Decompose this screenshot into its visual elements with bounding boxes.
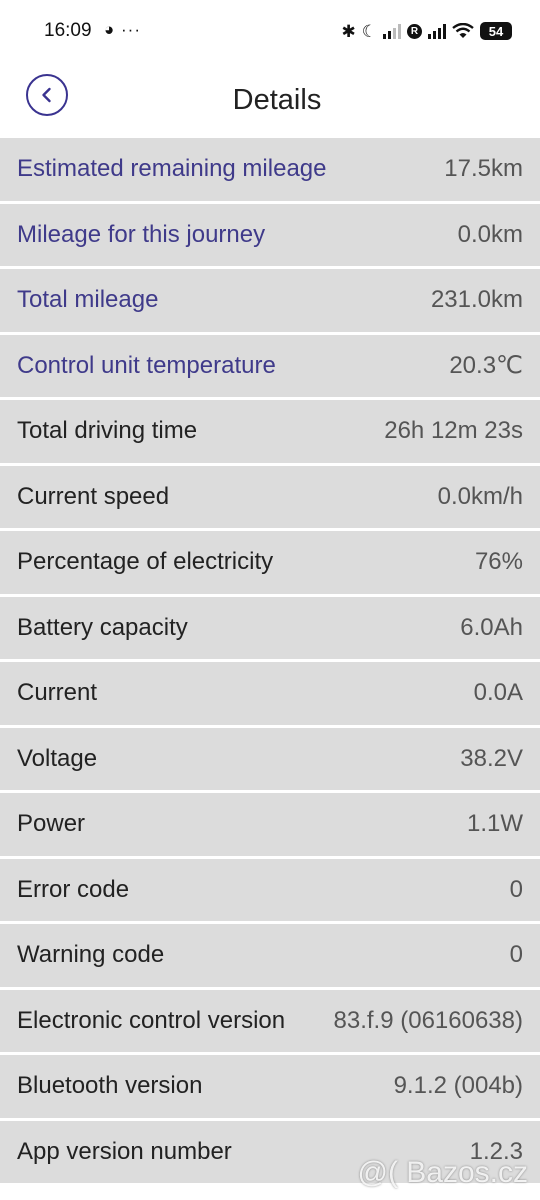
detail-label: Electronic control version <box>17 1006 286 1034</box>
detail-row: Battery capacity 6.0Ah <box>0 596 540 662</box>
status-time: 16:09 <box>44 20 92 41</box>
detail-row: Control unit temperature 20.3℃ <box>0 334 540 400</box>
detail-label: Battery capacity <box>17 613 188 641</box>
detail-label: Control unit temperature <box>17 351 276 379</box>
detail-value: 83.f.9 (06160638) <box>333 1006 523 1034</box>
detail-label: Current speed <box>17 482 170 510</box>
header: Details <box>0 62 540 138</box>
detail-row: Percentage of electricity 76% <box>0 531 540 597</box>
detail-row: Current speed 0.0km/h <box>0 465 540 531</box>
detail-row: Current 0.0A <box>0 662 540 728</box>
detail-label: Bluetooth version <box>17 1072 203 1100</box>
notification-icons: ◕ ··· <box>104 20 141 39</box>
detail-label: Total driving time <box>17 417 198 445</box>
detail-value: 0.0A <box>473 679 523 707</box>
detail-row: Bluetooth version 9.1.2 (004b) <box>0 1055 540 1121</box>
detail-value: 6.0Ah <box>460 613 523 641</box>
detail-row: Voltage 38.2V <box>0 727 540 793</box>
status-bar: 16:09 ◕ ··· ✱ ☾ R 54 <box>0 0 540 62</box>
detail-row: Total mileage 231.0km <box>0 269 540 335</box>
detail-value: 1.1W <box>466 810 523 838</box>
detail-label: Estimated remaining mileage <box>17 155 327 183</box>
details-list: Estimated remaining mileage 17.5km Mileage… <box>0 138 540 1186</box>
detail-label: Warning code <box>17 941 165 969</box>
detail-value: 0.0km <box>457 220 523 248</box>
detail-label: Mileage for this journey <box>17 220 266 248</box>
watermark: @( Bazos.cz <box>357 1156 529 1189</box>
detail-label: Percentage of electricity <box>17 548 274 576</box>
detail-value: 0 <box>509 875 523 903</box>
detail-value: 0.0km/h <box>437 482 523 510</box>
detail-label: App version number <box>17 1137 232 1165</box>
detail-row: Error code 0 <box>0 858 540 924</box>
detail-row: Warning code 0 <box>0 924 540 990</box>
detail-value: 38.2V <box>460 744 523 772</box>
detail-label: Current <box>17 679 98 707</box>
detail-value: 20.3℃ <box>449 352 523 380</box>
detail-label: Total mileage <box>17 286 159 314</box>
detail-row: Power 1.1W <box>0 793 540 859</box>
detail-row: Electronic control version 83.f.9 (061606… <box>0 989 540 1055</box>
detail-value: 76% <box>474 548 523 576</box>
status-icons: ✱ ☾ R 54 <box>341 18 512 44</box>
detail-label: Error code <box>17 875 130 903</box>
detail-row: Mileage for this journey 0.0km <box>0 203 540 269</box>
do-not-disturb-icon: ☾ <box>361 21 377 41</box>
detail-value: 9.1.2 (004b) <box>393 1072 523 1100</box>
detail-value: 26h 12m 23s <box>384 417 523 445</box>
detail-value: 17.5km <box>444 155 523 183</box>
detail-row: Total driving time 26h 12m 23s <box>0 400 540 466</box>
detail-label: Voltage <box>17 744 98 772</box>
signal-strength-icon-2 <box>428 23 446 39</box>
detail-label: Power <box>17 810 86 838</box>
signal-strength-icon <box>383 23 401 39</box>
detail-value: 231.0km <box>430 286 523 314</box>
roaming-icon: R <box>407 23 422 39</box>
detail-row: Estimated remaining mileage 17.5km <box>0 138 540 204</box>
detail-value: 0 <box>509 941 523 969</box>
battery-icon: 54 <box>480 22 512 40</box>
page-title: Details <box>232 84 322 116</box>
wifi-icon <box>452 23 474 38</box>
bluetooth-icon: ✱ <box>341 21 356 41</box>
